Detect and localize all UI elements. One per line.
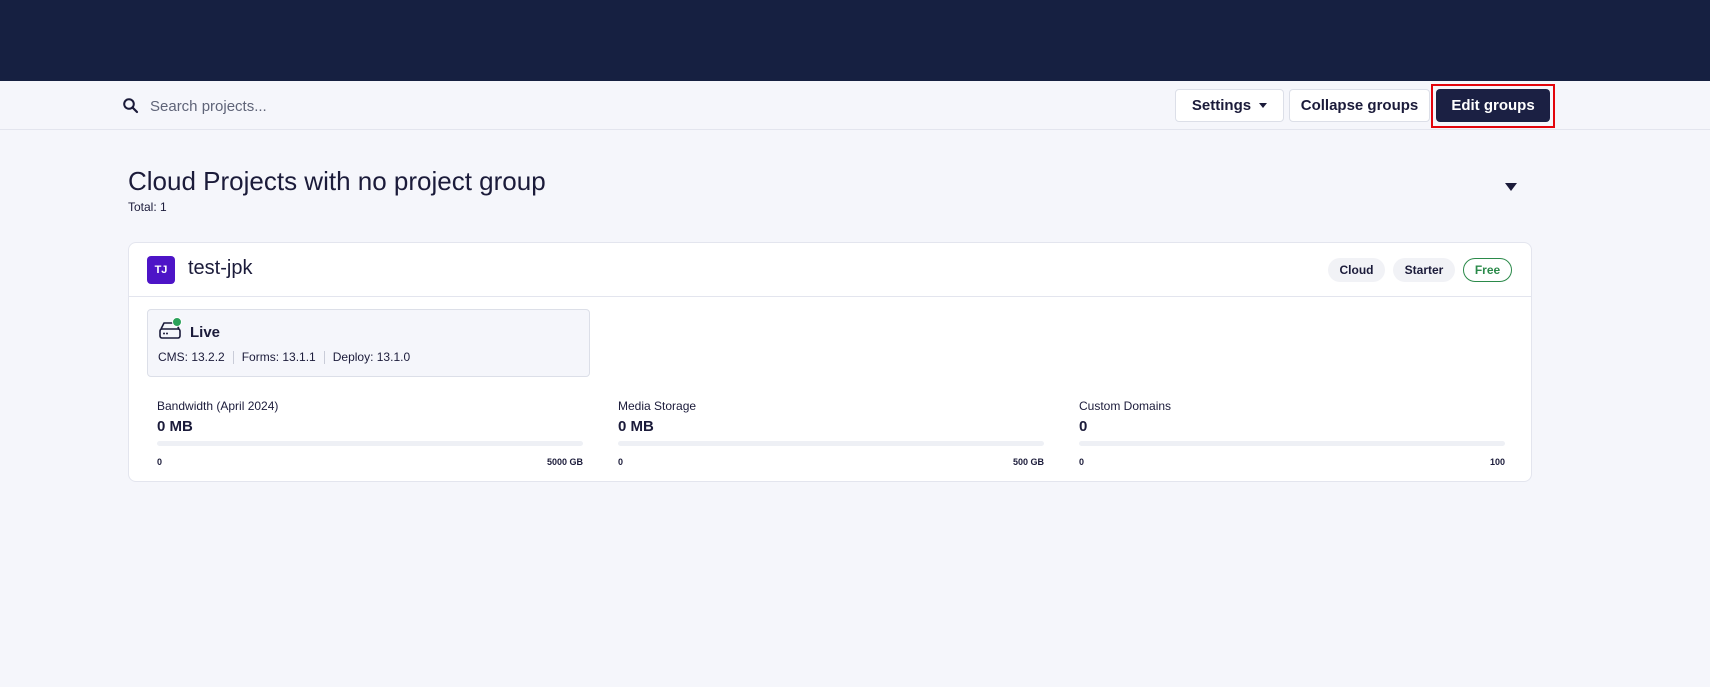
projects-toolbar: Settings Collapse groups Edit groups (0, 81, 1710, 130)
search-input[interactable] (150, 92, 550, 120)
metric-min: 0 (157, 457, 163, 467)
top-nav-bar (0, 0, 1710, 81)
metric-custom-domains: Custom Domains 0 0 100 (1079, 399, 1505, 469)
search-icon (122, 97, 140, 115)
caret-down-icon (1259, 103, 1268, 108)
environment-name: Live (190, 324, 221, 341)
project-avatar: TJ (147, 256, 175, 284)
group-total: Total: 1 (128, 200, 167, 214)
tag-free: Free (1463, 258, 1512, 282)
metric-progress-bar (1079, 441, 1505, 446)
group-title: Cloud Projects with no project group (128, 166, 546, 196)
project-name-link[interactable]: test-jpk (188, 257, 252, 280)
group-collapse-toggle[interactable] (1502, 180, 1520, 194)
cms-version: CMS: 13.2.2 (158, 350, 225, 364)
triangle-down-icon (1505, 183, 1517, 191)
environment-status-dot (172, 317, 182, 327)
metric-progress-bar (618, 441, 1044, 446)
edit-groups-button[interactable]: Edit groups (1436, 89, 1550, 122)
tag-starter: Starter (1393, 258, 1455, 282)
metric-label: Custom Domains (1079, 399, 1172, 413)
metric-max: 5000 GB (546, 457, 583, 467)
project-card-header: TJ test-jpk Cloud Starter Free (129, 243, 1531, 297)
metric-min: 0 (1079, 457, 1085, 467)
metric-value: 0 (1079, 418, 1088, 435)
settings-button-label: Settings (1191, 97, 1252, 114)
metric-label: Media Storage (618, 399, 697, 413)
metric-bandwidth: Bandwidth (April 2024) 0 MB 0 5000 GB (157, 399, 583, 469)
project-card: TJ test-jpk Cloud Starter Free Live CMS:… (128, 242, 1532, 482)
metric-progress-bar (157, 441, 583, 446)
forms-version: Forms: 13.1.1 (232, 351, 324, 364)
deploy-version: Deploy: 13.1.0 (323, 351, 418, 364)
metric-max: 100 (1489, 457, 1505, 467)
tag-cloud: Cloud (1328, 258, 1385, 282)
metric-min: 0 (618, 457, 624, 467)
collapse-groups-button[interactable]: Collapse groups (1289, 89, 1430, 122)
metric-value: 0 MB (157, 418, 193, 435)
metric-media-storage: Media Storage 0 MB 0 500 GB (618, 399, 1044, 469)
environment-live[interactable]: Live CMS: 13.2.2 Forms: 13.1.1 Deploy: 1… (147, 309, 590, 377)
environment-versions: CMS: 13.2.2 Forms: 13.1.1 Deploy: 13.1.0 (158, 351, 418, 364)
metric-max: 500 GB (1012, 457, 1044, 467)
metric-label: Bandwidth (April 2024) (157, 399, 279, 413)
metric-value: 0 MB (618, 418, 654, 435)
settings-button[interactable]: Settings (1175, 89, 1284, 122)
